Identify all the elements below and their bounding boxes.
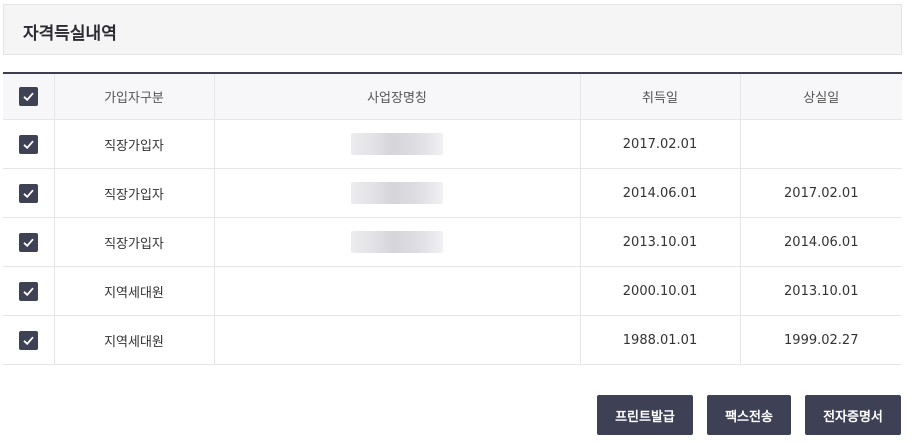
redacted-workplace [351,133,443,155]
row-checkbox[interactable] [18,232,38,252]
cell-type: 직장가입자 [54,119,215,169]
cell-lost: 2017.02.01 [740,168,902,218]
col-header-acquired: 취득일 [580,73,741,120]
row-checkbox[interactable] [18,330,38,350]
check-icon [23,336,34,345]
fax-button[interactable]: 팩스전송 [707,395,791,435]
cell-type: 직장가입자 [54,217,215,267]
cell-acquired: 2013.10.01 [580,217,741,267]
table-row: 직장가입자 2013.10.01 2014.06.01 [3,217,902,267]
cell-acquired: 2014.06.01 [580,168,741,218]
cell-workplace [214,168,581,218]
col-header-lost: 상실일 [740,73,902,120]
check-icon [23,189,34,198]
print-button[interactable]: 프린트발급 [597,395,693,435]
cell-acquired: 2000.10.01 [580,266,741,316]
cell-lost: 1999.02.27 [740,315,902,365]
cell-workplace [214,119,581,169]
check-icon [23,140,34,149]
check-icon [23,92,34,102]
cell-type: 지역세대원 [54,266,215,316]
redacted-workplace [351,182,443,204]
cell-lost: 2014.06.01 [740,217,902,267]
cell-type: 지역세대원 [54,315,215,365]
cell-acquired: 2017.02.01 [580,119,741,169]
table-row: 지역세대원 2000.10.01 2013.10.01 [3,266,902,316]
cell-lost: 2013.10.01 [740,266,902,316]
section-title: 자격득실내역 [23,24,117,44]
row-checkbox[interactable] [18,134,38,154]
redacted-workplace [351,231,443,253]
cell-type: 직장가입자 [54,168,215,218]
ecert-button[interactable]: 전자증명서 [805,395,901,435]
table-row: 지역세대원 1988.01.01 1999.02.27 [3,315,902,365]
cell-workplace [214,266,581,316]
table-row: 직장가입자 2014.06.01 2017.02.01 [3,168,902,218]
col-header-workplace: 사업장명칭 [214,73,581,120]
table-row: 직장가입자 2017.02.01 [3,119,902,169]
check-icon [23,287,34,296]
table-header-row: 가입자구분 사업장명칭 취득일 상실일 [3,73,902,120]
cell-acquired: 1988.01.01 [580,315,741,365]
section-header: 자격득실내역 [3,4,902,55]
qualification-table: 가입자구분 사업장명칭 취득일 상실일 직장가입자 2017.02.01 직장가… [3,72,902,365]
row-checkbox[interactable] [18,183,38,203]
check-icon [23,238,34,247]
select-all-cell [3,73,55,120]
col-header-type: 가입자구분 [54,73,215,120]
cell-lost [740,119,902,169]
select-all-checkbox[interactable] [18,87,38,106]
cell-workplace [214,315,581,365]
cell-workplace [214,217,581,267]
row-checkbox[interactable] [18,281,38,301]
